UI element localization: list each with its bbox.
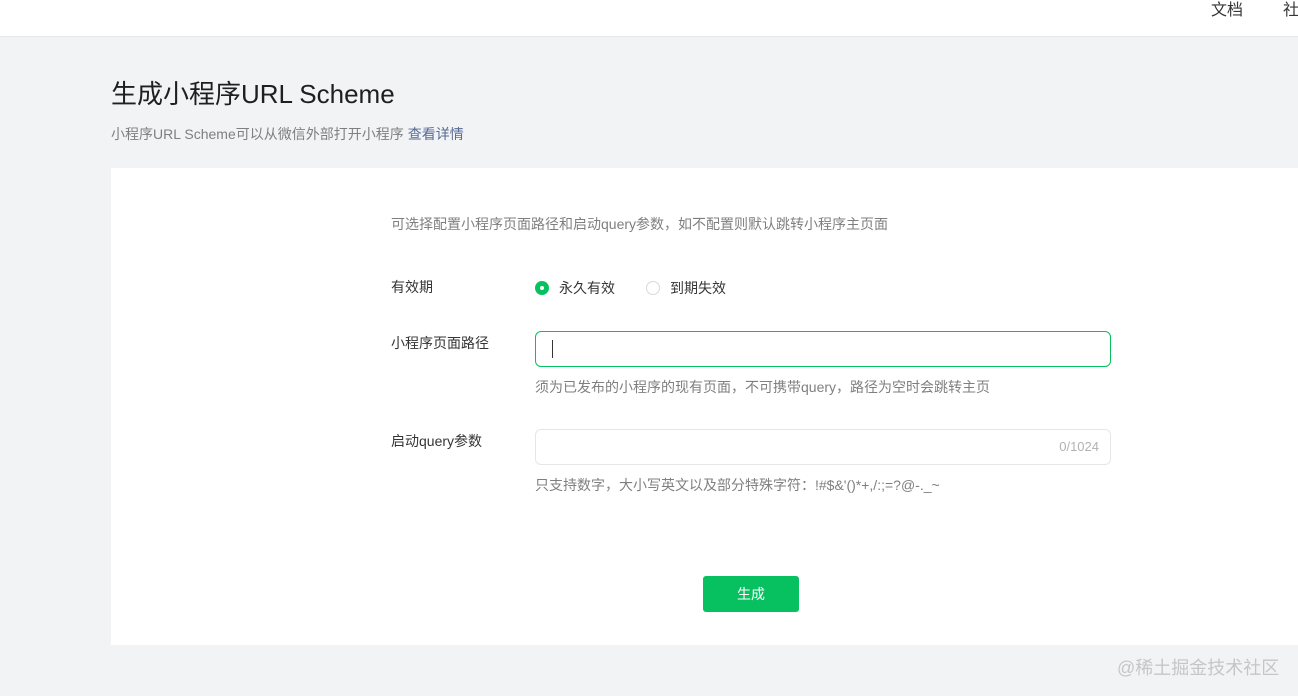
radio-checked-icon[interactable] (535, 281, 549, 295)
page-path-label: 小程序页面路径 (391, 335, 489, 351)
page-description-text: 小程序URL Scheme可以从微信外部打开小程序 (111, 126, 404, 142)
query-help: 只支持数字，大小写英文以及部分特殊字符：!#$&'()*+,/:;=?@-._~ (535, 477, 940, 493)
form-card: 可选择配置小程序页面路径和启动query参数，如不配置则默认跳转小程序主页面 有… (111, 168, 1298, 645)
top-navigation-bar: 文档 社 (0, 0, 1298, 37)
form-hint: 可选择配置小程序页面路径和启动query参数，如不配置则默认跳转小程序主页面 (391, 216, 889, 232)
radio-unchecked-icon[interactable] (646, 281, 660, 295)
query-input[interactable] (535, 429, 1111, 465)
generate-button[interactable]: 生成 (703, 576, 799, 612)
radio-expire[interactable]: 到期失效 (646, 278, 726, 298)
query-char-counter: 0/1024 (1059, 439, 1099, 454)
nav-link-docs[interactable]: 文档 (1211, 0, 1243, 20)
page-description: 小程序URL Scheme可以从微信外部打开小程序 查看详情 (111, 124, 464, 144)
radio-permanent-label: 永久有效 (559, 280, 615, 296)
page-path-help: 须为已发布的小程序的现有页面，不可携带query，路径为空时会跳转主页 (535, 379, 991, 395)
page-path-input[interactable] (535, 331, 1111, 367)
radio-expire-label: 到期失效 (670, 280, 726, 296)
page-title: 生成小程序URL Scheme (111, 79, 395, 109)
view-details-link[interactable]: 查看详情 (408, 126, 464, 142)
nav-link-community[interactable]: 社 (1283, 0, 1298, 20)
watermark: @稀土掘金技术社区 (1117, 658, 1280, 678)
query-label: 启动query参数 (391, 433, 483, 449)
validity-label: 有效期 (391, 279, 433, 295)
radio-permanent[interactable]: 永久有效 (535, 278, 615, 298)
text-cursor (552, 340, 553, 358)
